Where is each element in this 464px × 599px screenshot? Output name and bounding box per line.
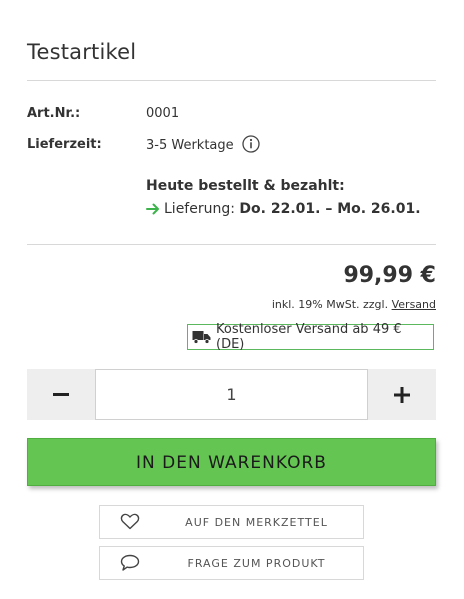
wishlist-label: AUF DEN MERKZETTEL <box>185 516 328 529</box>
add-to-cart-button[interactable]: IN DEN WARENKORB <box>27 438 436 486</box>
free-shipping-text: Kostenloser Versand ab 49 € (DE) <box>216 322 402 352</box>
product-question-button[interactable]: FRAGE ZUM PRODUKT <box>99 546 364 580</box>
delivery-line: Lieferung: Do. 22.01. – Mo. 26.01. <box>146 201 421 219</box>
title-divider <box>27 80 436 81</box>
lieferzeit-label: Lieferzeit: <box>27 137 102 152</box>
delivery-divider <box>27 244 436 245</box>
info-icon[interactable] <box>242 135 260 157</box>
plus-icon <box>394 386 410 403</box>
quantity-stepper <box>27 369 436 420</box>
question-label: FRAGE ZUM PRODUKT <box>187 557 326 570</box>
vat-note: inkl. 19% MwSt. zzgl. Versand <box>272 298 436 311</box>
art-nr-value: 0001 <box>146 106 180 121</box>
vat-text: inkl. 19% MwSt. zzgl. <box>271 298 389 311</box>
product-title: Testartikel <box>27 40 137 64</box>
decrease-quantity-button[interactable] <box>27 369 95 420</box>
delivery-prefix: Lieferung: <box>164 201 235 217</box>
add-to-wishlist-button[interactable]: AUF DEN MERKZETTEL <box>99 505 364 539</box>
minus-icon <box>53 392 69 396</box>
arrow-right-icon <box>146 203 160 219</box>
truck-icon <box>192 330 211 344</box>
increase-quantity-button[interactable] <box>368 369 436 420</box>
free-shipping-badge: Kostenloser Versand ab 49 € (DE) <box>187 322 434 352</box>
lieferzeit-value: 3-5 Werktage <box>146 138 234 153</box>
delivery-dates: Do. 22.01. – Mo. 26.01. <box>239 201 421 217</box>
order-today-text: Heute bestellt & bezahlt: <box>146 178 345 194</box>
shipping-link[interactable]: Versand <box>392 298 436 311</box>
product-price: 99,99 € <box>343 263 436 288</box>
lieferzeit-row: 3-5 Werktage <box>146 135 260 157</box>
art-nr-label: Art.Nr.: <box>27 106 81 121</box>
quantity-input[interactable] <box>95 369 368 420</box>
